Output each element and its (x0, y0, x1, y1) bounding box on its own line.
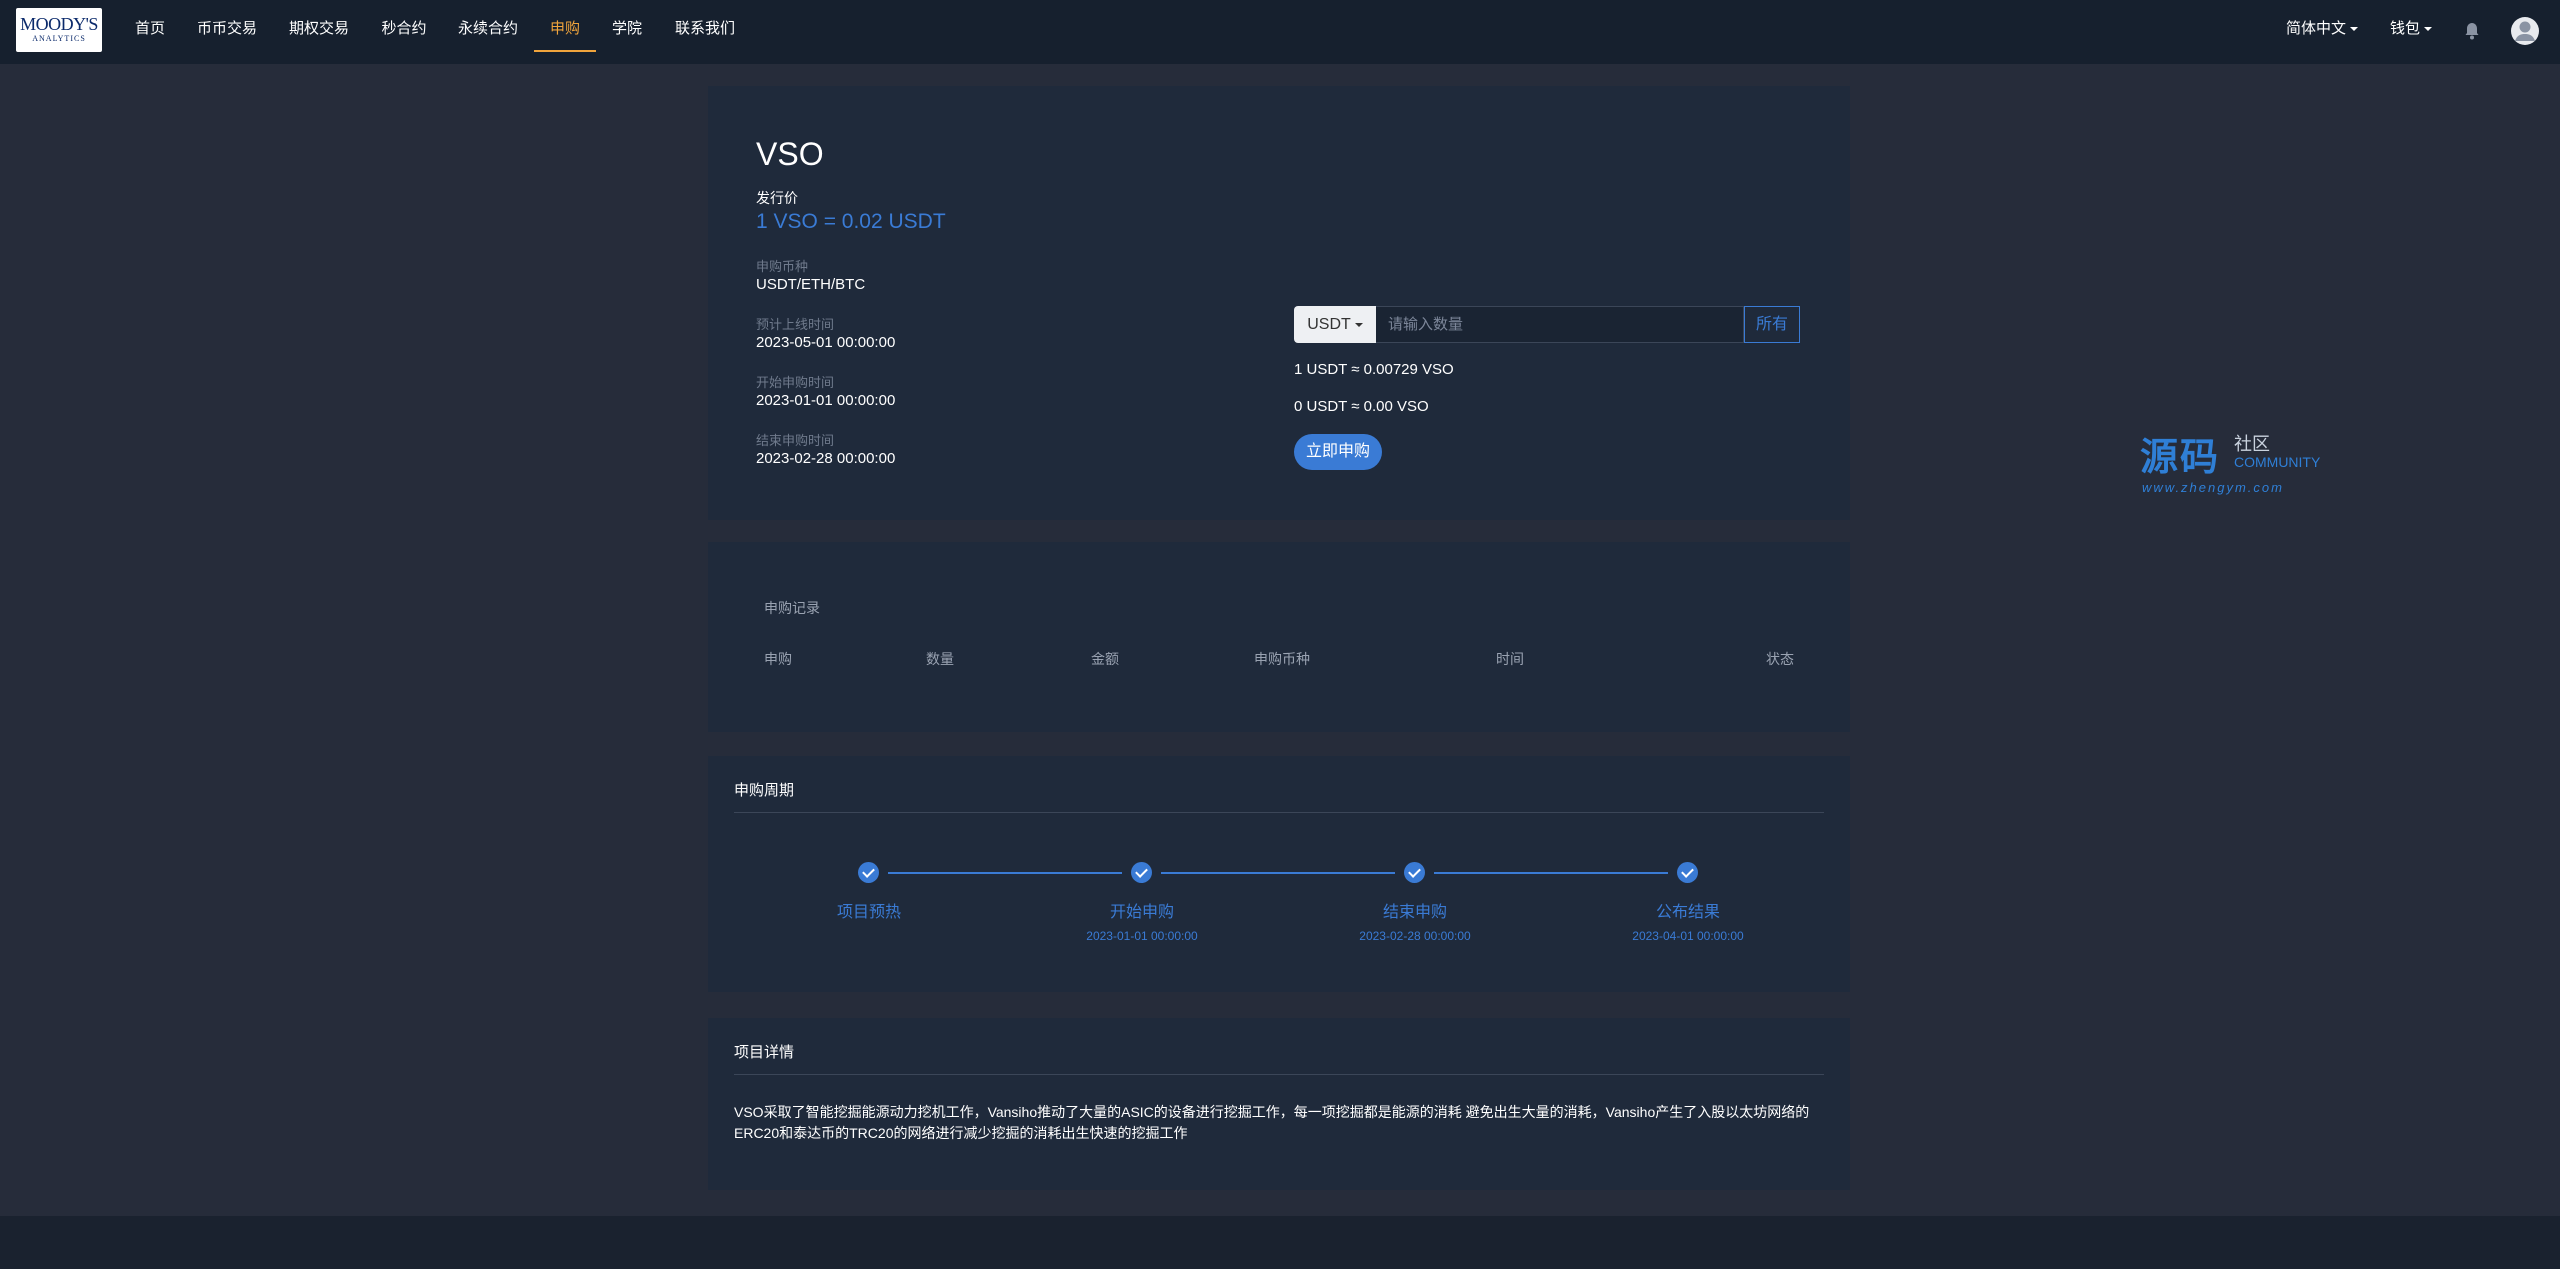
step-date-end: 2023-02-28 00:00:00 (1359, 929, 1471, 943)
watermark-url: www.zhengym.com (2142, 480, 2284, 495)
language-dropdown[interactable]: 简体中文 (2286, 0, 2359, 64)
col-amount: 金额 (1091, 651, 1119, 667)
start-time: 2023-01-01 00:00:00 (756, 392, 896, 409)
step-connector (888, 872, 1122, 874)
bell-icon[interactable] (2464, 22, 2480, 40)
details-divider (734, 1074, 1824, 1075)
nav-second-contract[interactable]: 秒合约 (380, 0, 428, 64)
token-name: VSO (756, 136, 824, 172)
chevron-down-icon (2424, 27, 2433, 32)
all-button[interactable]: 所有 (1744, 306, 1800, 343)
currency-select[interactable]: USDT (1294, 306, 1376, 343)
subscribe-currency: USDT/ETH/BTC (756, 276, 866, 293)
end-time: 2023-02-28 00:00:00 (756, 450, 896, 467)
watermark-sub1: 社区 (2234, 434, 2270, 454)
records-panel (708, 542, 1850, 732)
issue-price-label: 发行价 (756, 190, 798, 206)
language-label: 简体中文 (2286, 20, 2347, 37)
col-subscribe: 申购 (764, 651, 792, 667)
check-icon (858, 862, 879, 883)
listing-time: 2023-05-01 00:00:00 (756, 334, 896, 351)
step-date-start: 2023-01-01 00:00:00 (1086, 929, 1198, 943)
avatar[interactable] (2510, 16, 2540, 46)
issue-price: 1 VSO = 0.02 USDT (756, 210, 946, 233)
cycle-title: 申购周期 (734, 782, 795, 799)
chevron-down-icon (1354, 322, 1363, 327)
col-time: 时间 (1496, 651, 1524, 667)
logo-line1: MOODY'S (20, 14, 98, 34)
details-title: 项目详情 (734, 1044, 795, 1061)
nav-options-trading[interactable]: 期权交易 (288, 0, 350, 64)
watermark-main: 源码 (2140, 435, 2221, 479)
logo-line2: ANALYTICS (32, 34, 86, 43)
community-watermark: 源码 社区 COMMUNITY www.zhengym.com (2140, 426, 2340, 506)
amount-input[interactable] (1376, 306, 1744, 343)
records-title: 申购记录 (764, 600, 820, 616)
col-quantity: 数量 (926, 651, 954, 667)
col-status: 状态 (1766, 651, 1794, 667)
nav-academy[interactable]: 学院 (611, 0, 643, 64)
wallet-label: 钱包 (2390, 20, 2421, 37)
col-currency: 申购币种 (1254, 651, 1310, 667)
nav-subscribe-label: 申购 (549, 20, 580, 37)
subscribe-currency-label: 申购币种 (756, 259, 809, 274)
nav-spot-trading[interactable]: 币币交易 (196, 0, 258, 64)
listing-time-label: 预计上线时间 (756, 317, 835, 332)
top-navbar: MOODY'S ANALYTICS 首页 币币交易 期权交易 秒合约 永续合约 … (0, 0, 2560, 64)
step-label-end: 结束申购 (1382, 904, 1447, 921)
nav-home[interactable]: 首页 (134, 0, 166, 64)
exchange-rate: 1 USDT ≈ 0.00729 VSO (1294, 361, 1454, 378)
nav-contact-us[interactable]: 联系我们 (674, 0, 736, 64)
watermark-sub2: COMMUNITY (2234, 454, 2321, 470)
start-time-label: 开始申购时间 (756, 375, 835, 390)
check-icon (1677, 862, 1698, 883)
step-date-result: 2023-04-01 00:00:00 (1632, 929, 1744, 943)
currency-select-value: USDT (1307, 316, 1351, 333)
subscribe-now-button[interactable]: 立即申购 (1294, 434, 1382, 470)
wallet-dropdown[interactable]: 钱包 (2390, 0, 2433, 64)
check-icon (1404, 862, 1425, 883)
step-connector (1161, 872, 1395, 874)
estimate-amount: 0 USDT ≈ 0.00 VSO (1294, 398, 1429, 415)
nav-subscribe[interactable]: 申购 (534, 0, 596, 64)
step-label-preheat: 项目预热 (836, 904, 901, 921)
cycle-divider (734, 812, 1824, 813)
moodys-logo[interactable]: MOODY'S ANALYTICS (16, 8, 102, 52)
step-label-result: 公布结果 (1655, 904, 1720, 921)
end-time-label: 结束申购时间 (756, 433, 835, 448)
check-icon (1131, 862, 1152, 883)
step-label-start: 开始申购 (1109, 904, 1174, 921)
nav-perpetual-contract[interactable]: 永续合约 (457, 0, 519, 64)
details-text-line2: ERC20和泰达币的TRC20的网络进行减少挖掘的消耗出生快速的挖掘工作 (734, 1125, 1188, 1141)
footer-bar (0, 1216, 2560, 1269)
details-text-line1: VSO采取了智能挖掘能源动力挖机工作，Vansiho推动了大量的ASIC的设备进… (734, 1104, 1810, 1120)
chevron-down-icon (2350, 27, 2359, 32)
step-connector (1434, 872, 1668, 874)
